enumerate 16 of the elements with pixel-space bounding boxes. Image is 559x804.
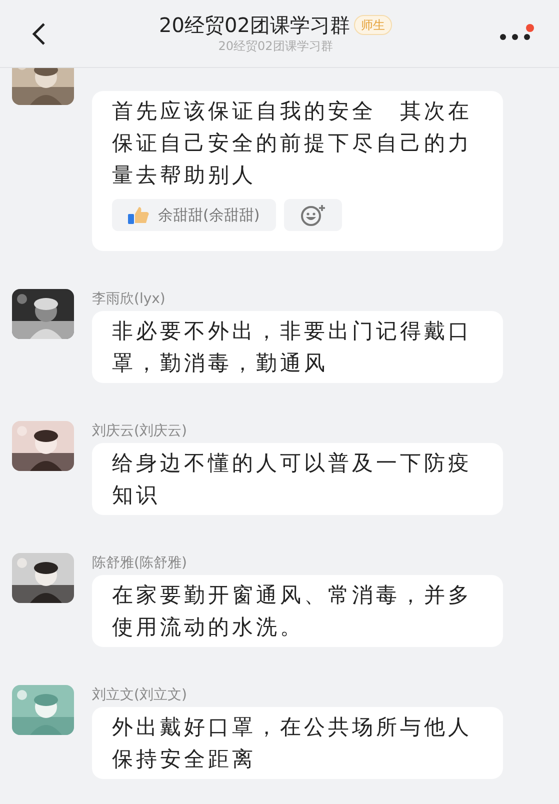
sender-name: 刘庆云(刘庆云) — [92, 422, 188, 441]
role-tag: 师生 — [354, 14, 392, 34]
sender-name: 陈舒雅(陈舒雅) — [92, 554, 188, 573]
add-emoji-icon — [300, 204, 326, 226]
message-text: 外出戴好口罩，在公共场所与他人保持安全距离 — [112, 714, 473, 773]
reaction-chip[interactable]: 余甜甜(余甜甜) — [112, 199, 276, 231]
sender-name: 李雨欣(lyx) — [92, 290, 166, 309]
add-reaction-button[interactable] — [284, 199, 342, 231]
message-text: 在家要勤开窗通风、常消毒，并多使用流动的水洗。 — [112, 582, 473, 641]
thumbs-up-icon — [128, 206, 150, 224]
group-subtitle: 20经贸02团课学习群 — [218, 38, 333, 54]
message-text: 非必要不外出，非要出门记得戴口罩，勤消毒，勤通风 — [112, 318, 473, 377]
sender-name: 刘立文(刘立文) — [92, 686, 188, 705]
message-text: 首先应该保证自我的安全 其次在保证自己安全的前提下尽自己的力量去帮助别人 — [112, 98, 473, 189]
group-title: 20经贸02团课学习群 — [159, 12, 350, 36]
message-text: 给身边不懂的人可以普及一下防疫知识 — [112, 450, 473, 509]
